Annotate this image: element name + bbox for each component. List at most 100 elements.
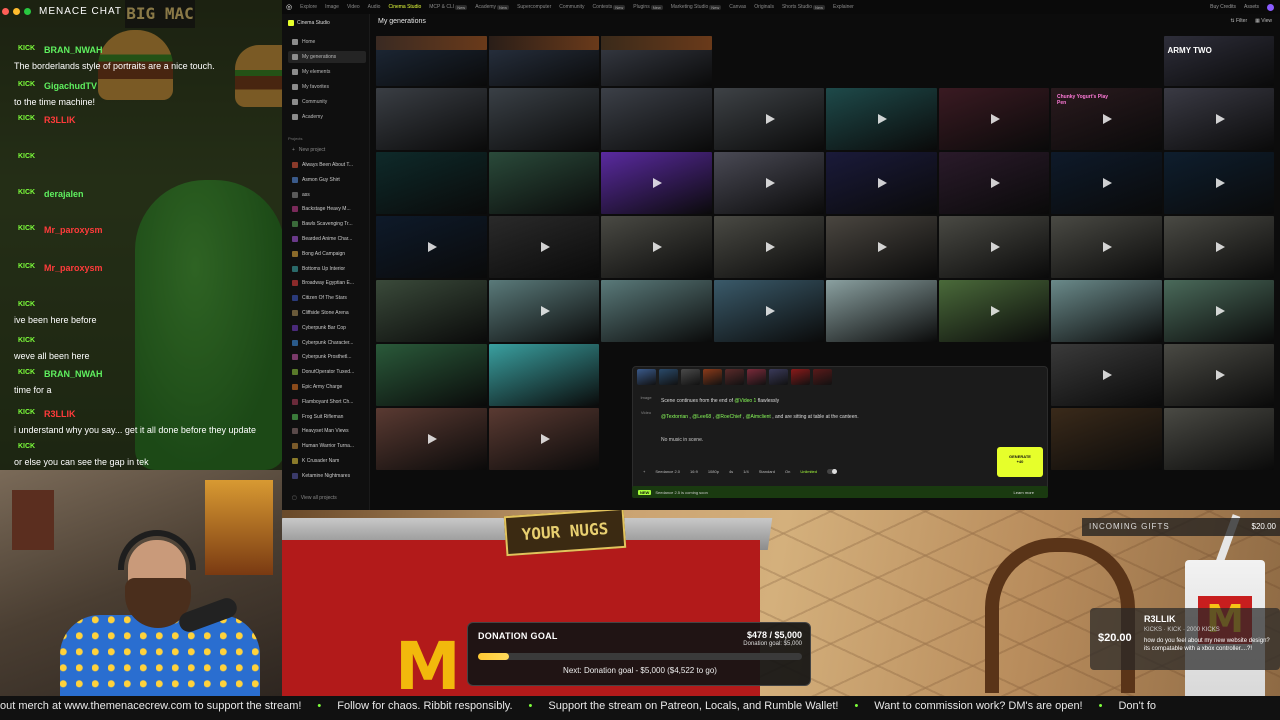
topnav-canvas[interactable]: Canvas bbox=[729, 4, 746, 10]
generation-thumbnail[interactable] bbox=[601, 36, 712, 50]
generation-thumbnail[interactable] bbox=[713, 88, 824, 150]
topnav-plugins[interactable]: Plugins New bbox=[633, 4, 663, 10]
generation-thumbnail[interactable] bbox=[1051, 152, 1162, 214]
topnav-marketing-studio[interactable]: Marketing Studio New bbox=[671, 4, 722, 10]
project-item[interactable]: Citizen Of The Stars bbox=[288, 292, 366, 304]
project-item[interactable]: DonutOperator Tuxed... bbox=[288, 366, 366, 378]
project-item[interactable]: Asmon Guy Shirt bbox=[288, 174, 366, 186]
filter-button[interactable]: ⇅ Filter bbox=[1230, 18, 1247, 24]
project-item[interactable]: Bearded Anime Char... bbox=[288, 233, 366, 245]
project-item[interactable]: Human Warrior Turna... bbox=[288, 440, 366, 452]
mention-chip[interactable]: @RoeChief bbox=[715, 414, 741, 420]
sidebar-item-my-elements[interactable]: My elements bbox=[288, 66, 366, 78]
generation-thumbnail[interactable] bbox=[1163, 280, 1274, 342]
generation-thumbnail[interactable] bbox=[713, 216, 824, 278]
project-item[interactable]: Cyberpunk Prosthetl... bbox=[288, 351, 366, 363]
option-2[interactable]: 1080p bbox=[708, 469, 719, 474]
generation-thumbnail[interactable] bbox=[1051, 344, 1162, 406]
generation-thumbnail[interactable] bbox=[601, 88, 712, 150]
project-item[interactable]: ass bbox=[288, 189, 366, 201]
chat-username[interactable]: R3LLIK bbox=[30, 115, 312, 125]
project-item[interactable]: Cyberpunk Bar Cop bbox=[288, 322, 366, 334]
reference-thumbnail[interactable] bbox=[747, 369, 766, 385]
generation-thumbnail[interactable] bbox=[1163, 408, 1274, 470]
generation-thumbnail[interactable] bbox=[488, 152, 599, 214]
option-0[interactable]: Seedance 2.0 bbox=[655, 469, 680, 474]
assets-link[interactable]: Assets bbox=[1244, 4, 1259, 10]
topnav-originals[interactable]: Originals bbox=[754, 4, 774, 10]
generation-thumbnail[interactable] bbox=[938, 88, 1049, 150]
mention-chip[interactable]: @Aimclient bbox=[745, 414, 770, 420]
topnav-shorts-studio[interactable]: Shorts Studio New bbox=[782, 4, 825, 10]
generation-thumbnail[interactable] bbox=[1163, 344, 1274, 406]
option-6[interactable]: On bbox=[785, 469, 790, 474]
sidebar-item-community[interactable]: Community bbox=[288, 96, 366, 108]
sidebar-item-home[interactable]: Home bbox=[288, 36, 366, 48]
generation-thumbnail[interactable] bbox=[713, 280, 824, 342]
topnav-contests[interactable]: Contests New bbox=[593, 4, 626, 10]
topnav-mcp-cli[interactable]: MCP & CLI New bbox=[429, 4, 468, 10]
sidebar-item-my-favorites[interactable]: My favorites bbox=[288, 81, 366, 93]
view-button[interactable]: ▦ View bbox=[1255, 18, 1272, 24]
project-item[interactable]: Bawls Scavenging Tr... bbox=[288, 218, 366, 230]
mention-chip[interactable]: @Textorrian bbox=[661, 414, 688, 420]
generation-thumbnail[interactable] bbox=[938, 216, 1049, 278]
topnav-image[interactable]: Image bbox=[325, 4, 339, 10]
image-mode-tab[interactable]: Image bbox=[640, 395, 651, 400]
app-logo-icon[interactable]: ◎ bbox=[286, 3, 292, 11]
reference-thumbnail[interactable] bbox=[813, 369, 832, 385]
generate-button[interactable]: GENERATE +40 bbox=[997, 447, 1043, 477]
topnav-community[interactable]: Community bbox=[559, 4, 584, 10]
chat-username[interactable]: R3LLIK bbox=[30, 409, 312, 419]
generation-thumbnail[interactable] bbox=[488, 216, 599, 278]
project-item[interactable]: Ketamine Nightmares bbox=[288, 470, 366, 482]
project-item[interactable]: Epic Army Charge bbox=[288, 381, 366, 393]
generation-thumbnail[interactable] bbox=[376, 216, 487, 278]
generation-thumbnail[interactable]: ARMY TWO bbox=[1163, 36, 1274, 86]
reference-thumbnail[interactable] bbox=[703, 369, 722, 385]
generation-thumbnail[interactable] bbox=[1163, 152, 1274, 214]
add-icon[interactable]: + bbox=[643, 469, 645, 474]
generation-thumbnail[interactable] bbox=[376, 280, 487, 342]
project-item[interactable]: K Crusader Nam bbox=[288, 455, 366, 467]
generation-thumbnail[interactable] bbox=[1051, 280, 1162, 342]
generation-thumbnail[interactable] bbox=[938, 152, 1049, 214]
chat-username[interactable]: BRAN_NWAH bbox=[30, 369, 312, 379]
project-item[interactable]: Heavyset Man Views bbox=[288, 425, 366, 437]
topnav-audio[interactable]: Audio bbox=[368, 4, 381, 10]
unlimited-toggle[interactable] bbox=[827, 469, 837, 474]
prompt-input[interactable]: Scene continues from the end of @Video 1… bbox=[661, 397, 1033, 421]
project-item[interactable]: Cliffside Stone Arena bbox=[288, 307, 366, 319]
topnav-explore[interactable]: Explore bbox=[300, 4, 317, 10]
option-4[interactable]: 1/4 bbox=[743, 469, 749, 474]
reference-thumbnail[interactable] bbox=[659, 369, 678, 385]
project-item[interactable]: Bottoms Up Interior bbox=[288, 263, 366, 275]
chat-username[interactable]: GigachudTV bbox=[30, 81, 312, 91]
generation-thumbnail[interactable] bbox=[488, 36, 599, 50]
topnav-cinema-studio[interactable]: Cinema Studio bbox=[388, 4, 421, 10]
generation-thumbnail[interactable] bbox=[376, 88, 487, 150]
project-item[interactable]: Always Been About T... bbox=[288, 159, 366, 171]
chat-username[interactable]: Mr_paroxysm bbox=[30, 225, 312, 235]
learn-more-link[interactable]: Learn more bbox=[1014, 490, 1034, 495]
project-item[interactable]: Backstage Heavy M... bbox=[288, 203, 366, 215]
generation-thumbnail[interactable] bbox=[826, 216, 937, 278]
topnav-supercomputer[interactable]: Supercomputer bbox=[517, 4, 551, 10]
generation-thumbnail[interactable] bbox=[376, 152, 487, 214]
generation-thumbnail[interactable] bbox=[488, 408, 599, 470]
generation-thumbnail[interactable] bbox=[826, 88, 937, 150]
generation-thumbnail[interactable] bbox=[713, 152, 824, 214]
chat-username[interactable]: Mr_paroxysm bbox=[30, 263, 312, 273]
generation-thumbnail[interactable] bbox=[601, 152, 712, 214]
reference-thumbnail[interactable] bbox=[637, 369, 656, 385]
sidebar-item-my-generations[interactable]: My generations bbox=[288, 51, 366, 63]
generation-thumbnail[interactable] bbox=[376, 408, 487, 470]
generation-thumbnail[interactable] bbox=[1051, 216, 1162, 278]
option-5[interactable]: Standard bbox=[759, 469, 775, 474]
reference-thumbnail[interactable] bbox=[769, 369, 788, 385]
mention-chip[interactable]: @Video 1 bbox=[734, 398, 756, 404]
generation-thumbnail[interactable] bbox=[601, 280, 712, 342]
generation-thumbnail[interactable] bbox=[601, 216, 712, 278]
topnav-explainer[interactable]: Explainer bbox=[833, 4, 854, 10]
avatar[interactable] bbox=[1267, 3, 1274, 11]
